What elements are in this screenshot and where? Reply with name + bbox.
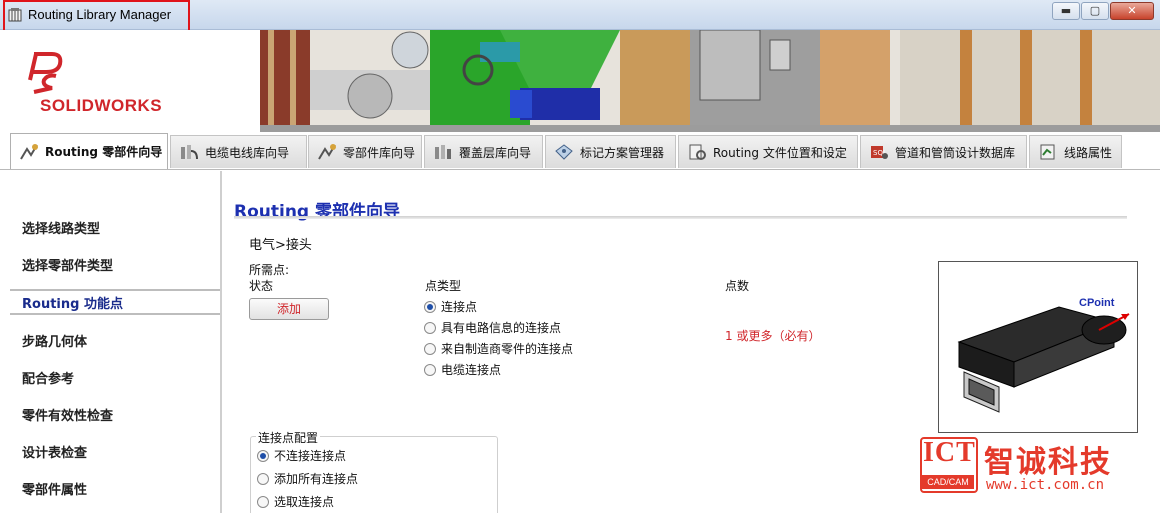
radio-label: 来自制造商零件的连接点 — [441, 342, 574, 356]
nav-item-select-component-type[interactable]: 选择零部件类型 — [22, 255, 113, 274]
radio-connection-point[interactable]: 连接点 — [424, 298, 477, 315]
tab-label: 覆盖层库向导 — [459, 145, 532, 160]
solidworks-logo: SOLIDWORKS — [22, 50, 192, 130]
radio-indicator — [424, 300, 436, 313]
tab-label: Routing 零部件向导 — [45, 145, 163, 159]
tab-label: 电缆电线库向导 — [205, 145, 290, 160]
banner: SOLIDWORKS — [0, 30, 1160, 132]
route-properties-icon — [1040, 144, 1055, 160]
status-column-header: 状态 — [249, 279, 274, 293]
radio-label: 添加所有连接点 — [274, 472, 359, 486]
ds-logo-icon — [28, 52, 63, 94]
ict-watermark: ICT CAD/CAM 智诚科技 www.ict.com.cn — [920, 437, 1160, 495]
piping-plant-illustration — [260, 30, 1160, 132]
add-button[interactable]: 添加 — [249, 298, 329, 320]
cable-library-icon — [181, 145, 198, 160]
radio-indicator — [257, 449, 269, 462]
tab-routing-component-wizard[interactable]: Routing 零部件向导 — [10, 133, 168, 169]
radio-label: 连接点 — [441, 300, 478, 314]
tab-cable-library-wizard[interactable]: 电缆电线库向导 — [170, 135, 307, 168]
ict-logo-text: ICT — [923, 437, 976, 468]
company-url: www.ict.com.cn — [986, 477, 1105, 493]
wizard-step-nav: 选择线路类型 选择零部件类型 Routing 功能点 步路几何体 配合参考 零件… — [0, 171, 222, 513]
count-column-header: 点数 — [725, 279, 750, 293]
tab-label: Routing 文件位置和设定 — [713, 145, 847, 160]
radio-connection-point-circuit-info[interactable]: 具有电路信息的连接点 — [424, 319, 561, 336]
company-name: 智诚科技 — [984, 445, 1112, 480]
tag-scheme-icon — [555, 144, 573, 160]
title-divider — [234, 216, 1127, 219]
radio-no-connect[interactable]: 不连接连接点 — [257, 447, 346, 464]
radio-indicator — [424, 321, 436, 334]
nav-separator — [10, 313, 220, 315]
radio-indicator — [257, 495, 269, 508]
radio-indicator — [424, 363, 436, 376]
point-type-column-header: 点类型 — [425, 279, 462, 293]
tab-label: 标记方案管理器 — [580, 145, 665, 160]
minimize-icon: ▬ — [1060, 4, 1072, 17]
nav-separator — [10, 289, 220, 291]
tab-part-library-wizard[interactable]: 零部件库向导 — [308, 135, 422, 168]
nav-item-component-properties[interactable]: 零部件属性 — [22, 479, 87, 498]
connection-config-label: 连接点配置 — [256, 429, 321, 446]
nav-item-routing-points[interactable]: Routing 功能点 — [22, 293, 123, 312]
tab-pipe-tube-database[interactable]: SQL 管道和管筒设计数据库 — [860, 135, 1027, 168]
radio-label: 电缆连接点 — [441, 363, 502, 377]
connector-illustration: CPoint — [957, 297, 1130, 413]
nav-item-mate-references[interactable]: 配合参考 — [22, 368, 74, 387]
breadcrumb: 电气>接头 — [249, 238, 312, 253]
close-button[interactable]: ✕ — [1110, 2, 1154, 20]
radio-connection-point-manufacturer[interactable]: 来自制造商零件的连接点 — [424, 340, 573, 357]
tab-tag-scheme-manager[interactable]: 标记方案管理器 — [545, 135, 676, 168]
tab-label: 管道和管筒设计数据库 — [895, 145, 1016, 160]
required-points-label: 所需点: — [249, 263, 290, 277]
tab-covering-library-wizard[interactable]: 覆盖层库向导 — [424, 135, 543, 168]
cpoint-label: CPoint — [1079, 297, 1115, 309]
minimize-button[interactable]: ▬ — [1052, 2, 1080, 20]
radio-cable-connection-point[interactable]: 电缆连接点 — [424, 361, 501, 378]
nav-item-select-route-type[interactable]: 选择线路类型 — [22, 218, 100, 237]
solidworks-wordmark: SOLIDWORKS — [40, 96, 163, 115]
database-icon: SQL — [871, 146, 888, 159]
close-icon: ✕ — [1127, 4, 1137, 17]
maximize-icon: ▢ — [1089, 4, 1101, 17]
file-location-icon — [689, 144, 706, 160]
radio-label: 不连接连接点 — [274, 449, 347, 463]
part-library-icon — [318, 144, 336, 160]
connector-preview: CPoint — [938, 261, 1138, 433]
radio-indicator — [424, 342, 436, 355]
radio-select-points[interactable]: 选取连接点 — [257, 493, 334, 510]
required-count-value: 1 或更多（必有） — [725, 329, 821, 343]
maximize-button[interactable]: ▢ — [1081, 2, 1109, 20]
nav-item-design-table-check[interactable]: 设计表检查 — [22, 442, 87, 461]
ict-logo-sub: CAD/CAM — [922, 475, 974, 489]
radio-indicator — [257, 472, 269, 485]
tab-route-properties[interactable]: 线路属性 — [1029, 135, 1122, 168]
nav-item-route-geometry[interactable]: 步路几何体 — [22, 331, 87, 350]
tab-label: 线路属性 — [1064, 145, 1113, 160]
nav-item-part-validation[interactable]: 零件有效性检查 — [22, 405, 113, 424]
radio-label: 具有电路信息的连接点 — [441, 321, 562, 335]
covering-library-icon — [435, 145, 451, 159]
component-wizard-icon — [20, 143, 38, 160]
tab-label: 零部件库向导 — [343, 145, 416, 160]
tab-bar: Routing 零部件向导 电缆电线库向导 零部件库向导 覆盖层库向导 标记方案… — [0, 132, 1160, 170]
tab-routing-file-locations[interactable]: Routing 文件位置和设定 — [678, 135, 858, 168]
radio-label: 选取连接点 — [274, 495, 335, 509]
radio-add-all[interactable]: 添加所有连接点 — [257, 470, 358, 487]
